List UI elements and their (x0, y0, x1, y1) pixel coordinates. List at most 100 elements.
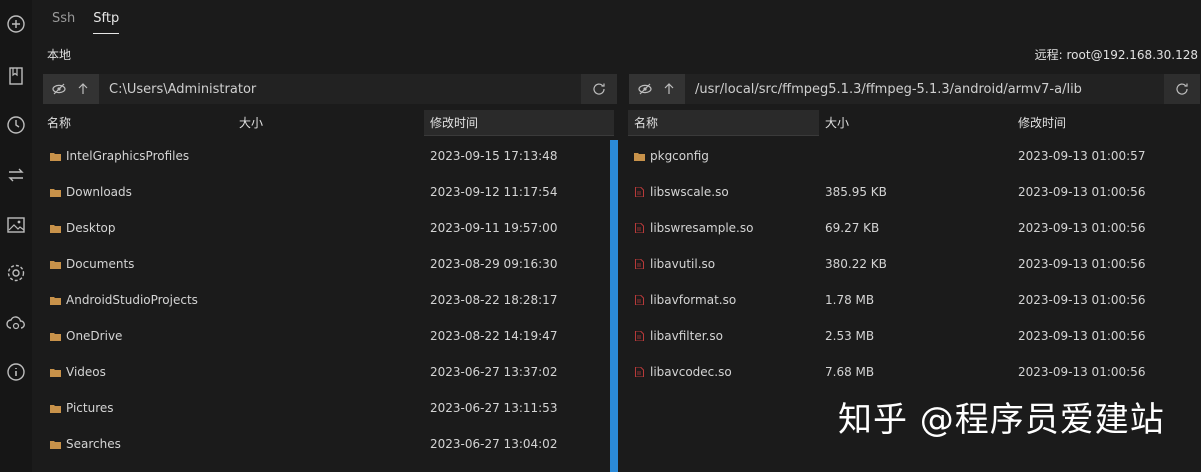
table-row[interactable]: IntelGraphicsProfiles 2023-09-15 17:13:48 (41, 138, 604, 174)
cloud-sync-icon[interactable] (6, 313, 26, 333)
file-icon (635, 295, 644, 305)
hide-hidden-icon[interactable] (51, 81, 67, 97)
file-name: libavutil.so (650, 257, 716, 271)
folder-icon (50, 369, 61, 377)
bookmark-icon[interactable] (6, 66, 26, 86)
tab-ssh[interactable]: Ssh (52, 10, 75, 34)
transfer-icon[interactable] (6, 165, 26, 185)
table-row[interactable]: OneDrive 2023-08-22 14:19:47 (41, 318, 604, 354)
local-path-bar (43, 74, 617, 104)
local-col-modified[interactable]: 修改时间 (424, 110, 614, 136)
file-modified-cell: 2023-06-27 13:11:53 (430, 401, 558, 415)
file-modified-cell: 2023-09-13 01:00:56 (1018, 365, 1146, 379)
local-refresh-button[interactable] (581, 74, 617, 104)
table-row[interactable]: Documents 2023-08-29 09:16:30 (41, 246, 604, 282)
file-name-cell: AndroidStudioProjects (41, 293, 233, 307)
local-file-list: IntelGraphicsProfiles 2023-09-15 17:13:48… (41, 138, 604, 462)
file-name: Pictures (66, 401, 114, 415)
remote-label: 远程: root@192.168.30.128 (1034, 48, 1198, 62)
file-name: libavfilter.so (650, 329, 723, 343)
file-modified-cell: 2023-08-29 09:16:30 (430, 257, 558, 271)
table-row[interactable]: Searches 2023-06-27 13:04:02 (41, 426, 604, 462)
remote-col-name[interactable]: 名称 (628, 110, 819, 136)
panel-divider-scrollbar[interactable] (610, 140, 618, 472)
file-size-cell: 385.95 KB (825, 185, 887, 199)
hide-hidden-icon[interactable] (637, 81, 653, 97)
table-row[interactable]: libswresample.so 69.27 KB 2023-09-13 01:00… (625, 210, 1192, 246)
folder-icon (50, 225, 61, 233)
remote-path-bar (629, 74, 1200, 104)
up-arrow-icon[interactable] (75, 81, 91, 97)
refresh-icon (1176, 83, 1188, 95)
file-name: AndroidStudioProjects (66, 293, 198, 307)
folder-icon (634, 153, 645, 161)
watermark-text: 知乎 @程序员爱建站 (838, 400, 1165, 440)
remote-refresh-button[interactable] (1164, 74, 1200, 104)
file-name-cell: Documents (41, 257, 233, 271)
tab-sftp[interactable]: Sftp (93, 10, 120, 34)
folder-icon (50, 405, 61, 413)
file-name-cell: OneDrive (41, 329, 233, 343)
file-modified-cell: 2023-09-13 01:00:56 (1018, 257, 1146, 271)
table-row[interactable]: Downloads 2023-09-12 11:17:54 (41, 174, 604, 210)
table-row[interactable]: AndroidStudioProjects 2023-08-22 18:28:17 (41, 282, 604, 318)
file-name: libavformat.so (650, 293, 737, 307)
file-modified-cell: 2023-08-22 14:19:47 (430, 329, 558, 343)
file-icon (635, 223, 644, 233)
remote-col-modified[interactable]: 修改时间 (1012, 110, 1192, 136)
folder-icon (50, 297, 61, 305)
file-icon (635, 259, 644, 269)
file-size-cell: 7.68 MB (825, 365, 875, 379)
file-modified-cell: 2023-08-22 18:28:17 (430, 293, 558, 307)
file-modified-cell: 2023-06-27 13:37:02 (430, 365, 558, 379)
file-modified-cell: 2023-09-13 01:00:56 (1018, 221, 1146, 235)
file-modified-cell: 2023-09-13 01:00:56 (1018, 293, 1146, 307)
table-row[interactable]: Desktop 2023-09-11 19:57:00 (41, 210, 604, 246)
table-row[interactable]: Pictures 2023-06-27 13:11:53 (41, 390, 604, 426)
file-size-cell: 2.53 MB (825, 329, 875, 343)
file-name-cell: Searches (41, 437, 233, 451)
local-col-size[interactable]: 大小 (233, 110, 424, 136)
table-row[interactable]: libavfilter.so 2.53 MB 2023-09-13 01:00:56 (625, 318, 1192, 354)
table-row[interactable]: Videos 2023-06-27 13:37:02 (41, 354, 604, 390)
file-name: Documents (66, 257, 135, 271)
file-name: libswscale.so (650, 185, 729, 199)
folder-icon (50, 189, 61, 197)
file-icon (635, 367, 644, 377)
remote-path-input[interactable] (685, 74, 1164, 104)
table-row[interactable]: pkgconfig 2023-09-13 01:00:57 (625, 138, 1192, 174)
local-path-toggle (43, 74, 99, 104)
file-name-cell: libavformat.so (625, 293, 819, 307)
file-modified-cell: 2023-09-12 11:17:54 (430, 185, 558, 199)
add-icon[interactable] (6, 14, 26, 34)
file-name: Videos (66, 365, 106, 379)
table-row[interactable]: libavformat.so 1.78 MB 2023-09-13 01:00:56 (625, 282, 1192, 318)
image-icon[interactable] (6, 215, 26, 235)
local-path-input[interactable] (99, 74, 581, 104)
file-name-cell: pkgconfig (625, 149, 819, 163)
file-name: libswresample.so (650, 221, 754, 235)
file-name: Downloads (66, 185, 132, 199)
folder-icon (50, 333, 61, 341)
folder-icon (50, 153, 61, 161)
local-col-name[interactable]: 名称 (41, 110, 233, 136)
info-icon[interactable] (6, 362, 26, 382)
table-row[interactable]: libavcodec.so 7.68 MB 2023-09-13 01:00:56 (625, 354, 1192, 390)
folder-icon (50, 261, 61, 269)
refresh-icon (593, 83, 605, 95)
table-row[interactable]: libswscale.so 385.95 KB 2023-09-13 01:00:5… (625, 174, 1192, 210)
file-size-cell: 380.22 KB (825, 257, 887, 271)
remote-col-size[interactable]: 大小 (819, 110, 1012, 136)
gear-icon[interactable] (6, 263, 26, 283)
history-icon[interactable] (6, 115, 26, 135)
remote-file-list: pkgconfig 2023-09-13 01:00:57 libswscale.s… (625, 138, 1192, 390)
file-name-cell: Desktop (41, 221, 233, 235)
remote-path-toggle (629, 74, 685, 104)
file-modified-cell: 2023-09-13 01:00:56 (1018, 329, 1146, 343)
file-modified-cell: 2023-06-27 13:04:02 (430, 437, 558, 451)
up-arrow-icon[interactable] (661, 81, 677, 97)
file-name-cell: libavcodec.so (625, 365, 819, 379)
local-label: 本地 (47, 48, 72, 62)
table-row[interactable]: libavutil.so 380.22 KB 2023-09-13 01:00:56 (625, 246, 1192, 282)
file-icon (635, 187, 644, 197)
